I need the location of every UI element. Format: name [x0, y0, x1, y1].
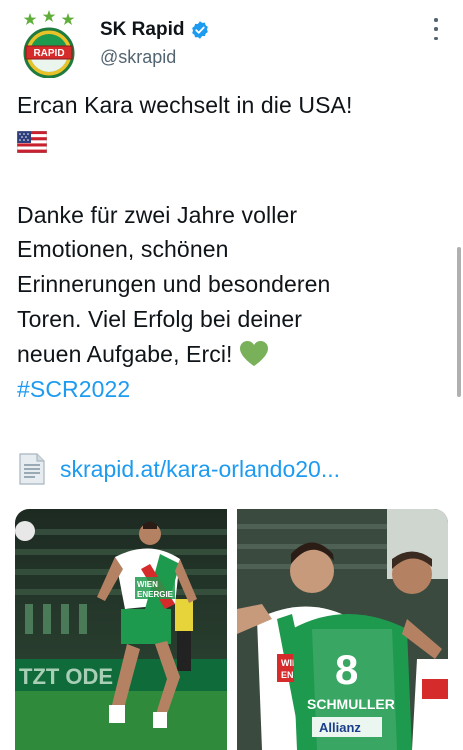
green-heart-icon — [239, 340, 269, 367]
hashtag-link[interactable]: #SCR2022 — [17, 374, 130, 405]
ad-board-text: TZT ODE — [19, 664, 113, 689]
tweet-header: RAPID SK Rapid @skrapid — [0, 0, 463, 90]
tweet-body-line: neuen Aufgabe, Erci! — [17, 341, 233, 367]
document-icon — [18, 452, 46, 486]
photo-team-celebrating[interactable]: WIEN ENERGIE 8 SCHMULLER Allianz — [237, 509, 448, 750]
link-card[interactable]: skrapid.at/kara-orlando20... — [18, 452, 340, 486]
article-link[interactable]: skrapid.at/kara-orlando20... — [60, 456, 340, 483]
tweet-body-line: Toren. Viel Erfolg bei deiner — [17, 306, 303, 332]
display-name[interactable]: SK Rapid — [100, 19, 184, 41]
shirt-number: 8 — [335, 646, 358, 693]
account-handle[interactable]: @skrapid — [100, 47, 176, 68]
us-flag-icon — [16, 130, 48, 154]
more-options-icon[interactable] — [429, 18, 443, 40]
shirt-text-line: WIEN — [137, 580, 158, 589]
verified-badge-icon — [190, 20, 210, 40]
sponsor-text: Allianz — [319, 720, 361, 735]
shirt-name: SCHMULLER — [307, 696, 395, 712]
tweet-body-line: Emotionen, schönen — [17, 236, 229, 262]
tweet-body-line: Danke für zwei Jahre voller — [17, 202, 298, 228]
tweet-body-line: Erinnerungen und besonderen — [17, 271, 331, 297]
avatar[interactable]: RAPID — [18, 10, 80, 79]
name-row: SK Rapid — [100, 19, 210, 41]
photo-player-running[interactable]: TZT ODE WIEN ENERGIE — [15, 509, 227, 750]
avatar-text: RAPID — [33, 48, 64, 59]
tweet-line-1: Ercan Kara wechselt in die USA! — [17, 92, 353, 118]
shirt-text-line: ENERGIE — [137, 590, 174, 599]
scrollbar[interactable] — [457, 247, 461, 397]
